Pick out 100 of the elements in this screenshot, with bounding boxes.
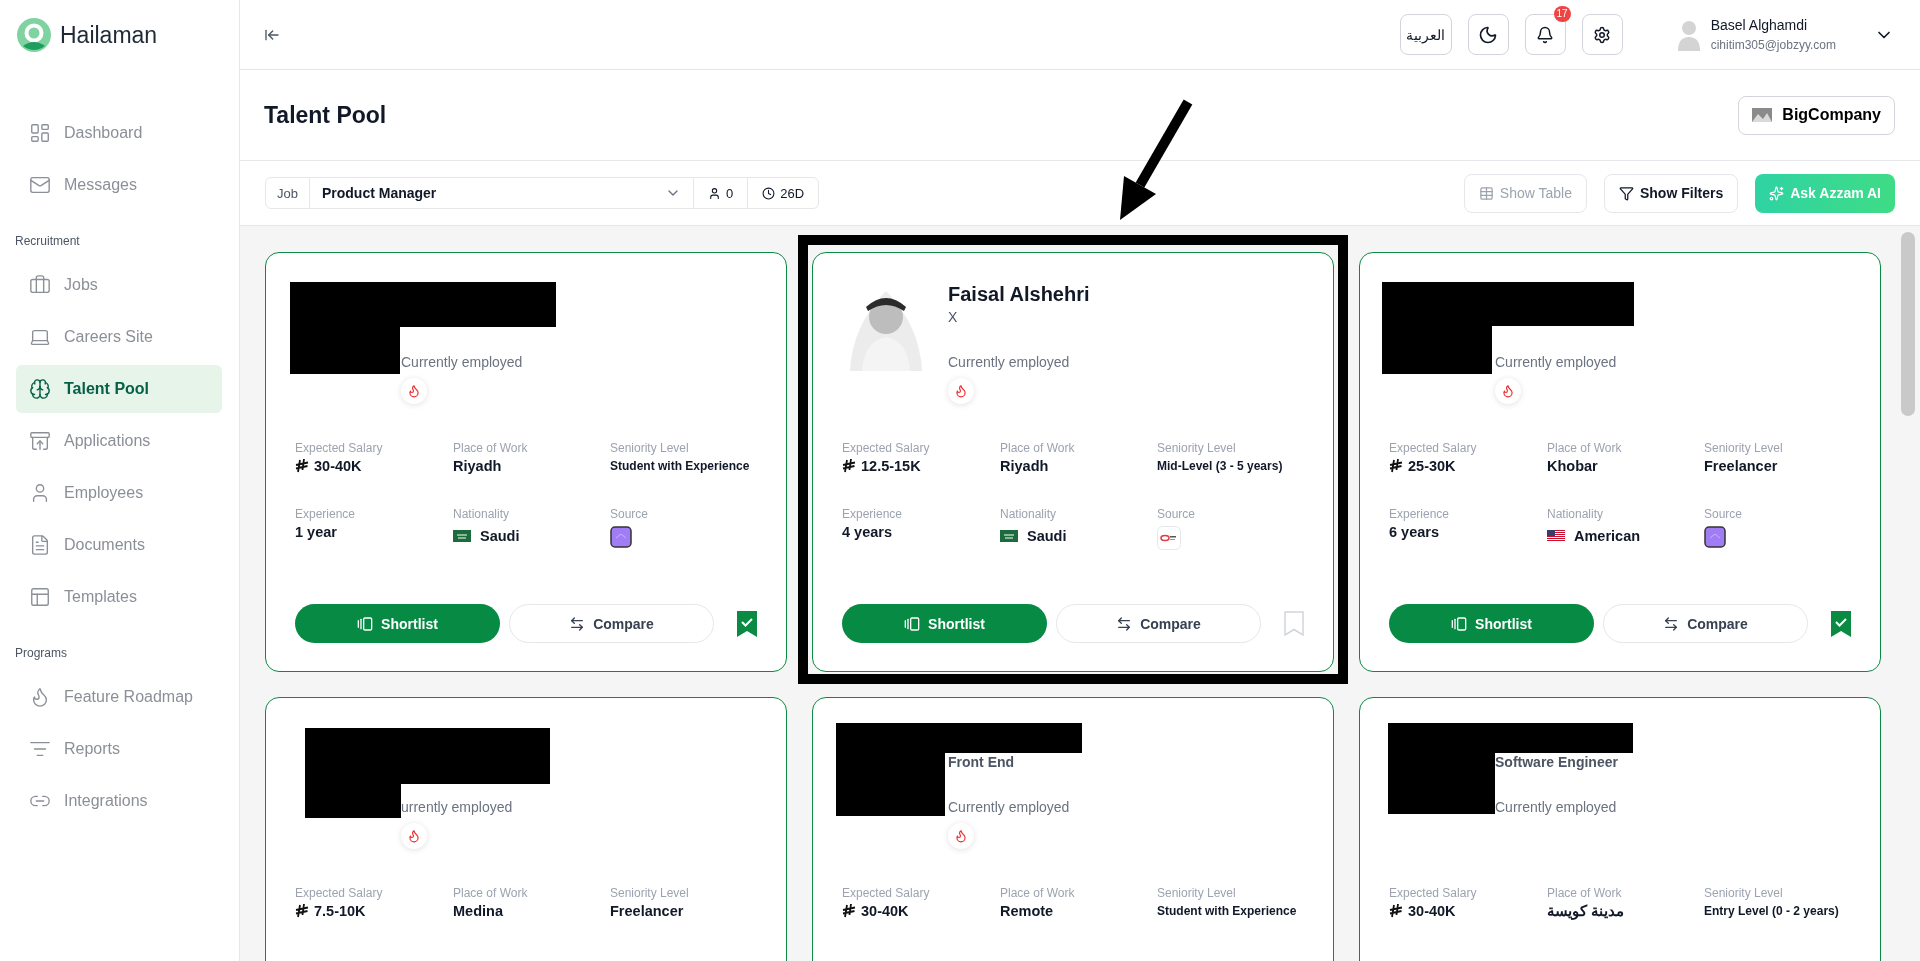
employment-status: urrently employed	[401, 798, 513, 817]
employment-status: Currently employed	[948, 798, 1070, 817]
cards-stack-icon	[904, 615, 921, 632]
field-label: Seniority Level	[610, 885, 690, 901]
applicant-count: 0	[693, 178, 749, 208]
nationality-value: Saudi	[480, 527, 520, 546]
sidebar-item[interactable]: Talent Pool	[16, 365, 222, 413]
flame-icon	[407, 384, 421, 398]
dashboard-icon	[29, 122, 51, 144]
person-icon	[707, 186, 721, 200]
section-title: Programs	[15, 645, 68, 661]
language-button[interactable]: العربية	[1399, 14, 1452, 55]
scrollbar[interactable]	[1901, 232, 1915, 416]
show-filters-button[interactable]: Show Filters	[1604, 173, 1739, 213]
sidebar-item[interactable]: Messages	[16, 161, 222, 209]
table-icon	[1478, 185, 1494, 201]
salary-value: 30-40K	[842, 901, 1000, 921]
sidebar-item[interactable]: Documents	[16, 521, 222, 569]
page-title: Talent Pool	[264, 101, 387, 129]
field-label: Seniority Level	[1157, 440, 1237, 456]
salary-value: 7.5-10K	[295, 901, 453, 921]
field-label: Place of Work	[1000, 885, 1076, 901]
bookmark-check-icon[interactable]	[737, 610, 757, 637]
compare-button[interactable]: Compare	[1603, 604, 1808, 643]
user-name: Basel Alghamdi	[1710, 17, 1809, 33]
dark-mode-button[interactable]	[1467, 14, 1509, 55]
clock-icon	[762, 186, 776, 200]
field-value: Mid-Level (3 - 5 years)	[1157, 458, 1284, 475]
field-value: 1 year	[295, 523, 338, 542]
field-label: Seniority Level	[1157, 885, 1237, 901]
flame-icon	[407, 829, 421, 843]
field-value: Student with Experience	[610, 458, 751, 475]
cards-stack-icon	[357, 615, 374, 632]
field-label: Expected Salary	[1389, 440, 1478, 456]
job-label: Job	[266, 178, 310, 208]
field-value: 6 years	[1389, 523, 1440, 542]
flame-icon	[1501, 384, 1515, 398]
compare-button[interactable]: Compare	[509, 604, 714, 643]
field-label: Source	[610, 506, 650, 522]
sparkle-icon	[1769, 185, 1785, 201]
field-value: 4 years	[842, 523, 893, 542]
document-icon	[29, 534, 51, 556]
field-label: Expected Salary	[842, 440, 931, 456]
field-value: Student with Experience	[1157, 903, 1298, 920]
sidebar-item[interactable]: Integrations	[16, 777, 222, 825]
mail-icon	[29, 174, 51, 196]
candidate-card[interactable]: Faisal Alshehri X Currently employed Expected Salary 12.5-15K Place of Work Riyadh Seniority Level Mid-Level (3 - 5 years) Experience 4 years Nationality Saudi Source Shortlist Compare	[812, 252, 1334, 672]
salary-value: 12.5-15K	[842, 456, 1000, 476]
app-name: Hailaman	[60, 21, 158, 49]
field-value: Medina	[453, 902, 504, 921]
field-value: Remote	[1000, 902, 1055, 921]
employment-status: Currently employed	[401, 353, 523, 372]
candidate-title: X	[948, 308, 959, 327]
shortlist-button[interactable]: Shortlist	[842, 604, 1047, 643]
archive-icon	[29, 430, 51, 452]
field-label: Nationality	[1547, 506, 1605, 522]
avatar-icon	[1676, 18, 1701, 51]
moon-icon	[1478, 24, 1499, 45]
field-label: Experience	[1389, 506, 1451, 522]
candidate-card[interactable]: Front End Currently employed Expected Salary 30-40K Place of Work Remote Seniority Level Student with Experience	[812, 697, 1334, 961]
shortlist-button[interactable]: Shortlist	[1389, 604, 1594, 643]
swap-arrows-icon	[569, 615, 586, 632]
candidate-card[interactable]: Currently employed Expected Salary 30-40K Place of Work Riyadh Seniority Level Student with Experience Experience 1 year Nationality Saudi Source Shortlist Compare	[265, 252, 787, 672]
field-label: Expected Salary	[295, 885, 384, 901]
user-email: cihitim305@jobzyy.com	[1710, 38, 1836, 52]
field-label: Seniority Level	[1704, 885, 1784, 901]
swap-arrows-icon	[1663, 615, 1680, 632]
sidebar-item[interactable]: Dashboard	[16, 109, 222, 157]
salary-value: 25-30K	[1389, 456, 1547, 476]
candidate-title: Front End	[948, 753, 1016, 772]
cards-stack-icon	[1451, 615, 1468, 632]
sidebar-item[interactable]: Applications	[16, 417, 222, 465]
sidebar-item[interactable]: Employees	[16, 469, 222, 517]
sidebar-item[interactable]: Feature Roadmap	[16, 673, 222, 721]
settings-button[interactable]	[1581, 14, 1623, 55]
field-label: Experience	[842, 506, 904, 522]
bookmark-check-icon[interactable]	[1831, 610, 1851, 637]
field-value: مدينة كويسة	[1547, 902, 1626, 921]
flame-icon	[954, 829, 968, 843]
candidate-card[interactable]: Currently employed Expected Salary 25-30K Place of Work Khobar Seniority Level Freelancer Experience 6 years Nationality American Source Shortlist Compare	[1359, 252, 1881, 672]
section-title: Recruitment	[15, 233, 81, 249]
field-value: Freelancer	[610, 902, 685, 921]
bell-icon	[1536, 25, 1555, 44]
briefcase-icon	[29, 274, 51, 296]
sidebar-item[interactable]: Jobs	[16, 261, 222, 309]
candidate-card[interactable]: urrently employed Expected Salary 7.5-10K Place of Work Medina Seniority Level Freelancer	[265, 697, 787, 961]
compare-button[interactable]: Compare	[1056, 604, 1261, 643]
nationality-value: American	[1574, 527, 1641, 546]
field-label: Place of Work	[453, 440, 529, 456]
logo-icon	[17, 18, 51, 52]
shortlist-button[interactable]: Shortlist	[295, 604, 500, 643]
sidebar-item[interactable]: Careers Site	[16, 313, 222, 361]
sidebar-item[interactable]: Reports	[16, 725, 222, 773]
field-label: Place of Work	[453, 885, 529, 901]
brain-icon	[29, 378, 51, 400]
field-label: Experience	[295, 506, 357, 522]
sidebar-item[interactable]: Templates	[16, 573, 222, 621]
candidate-title: Software Engineer	[1495, 753, 1618, 772]
company-button[interactable]: BigCompany	[1738, 95, 1895, 135]
candidate-name: Faisal Alshehri	[948, 282, 1090, 307]
